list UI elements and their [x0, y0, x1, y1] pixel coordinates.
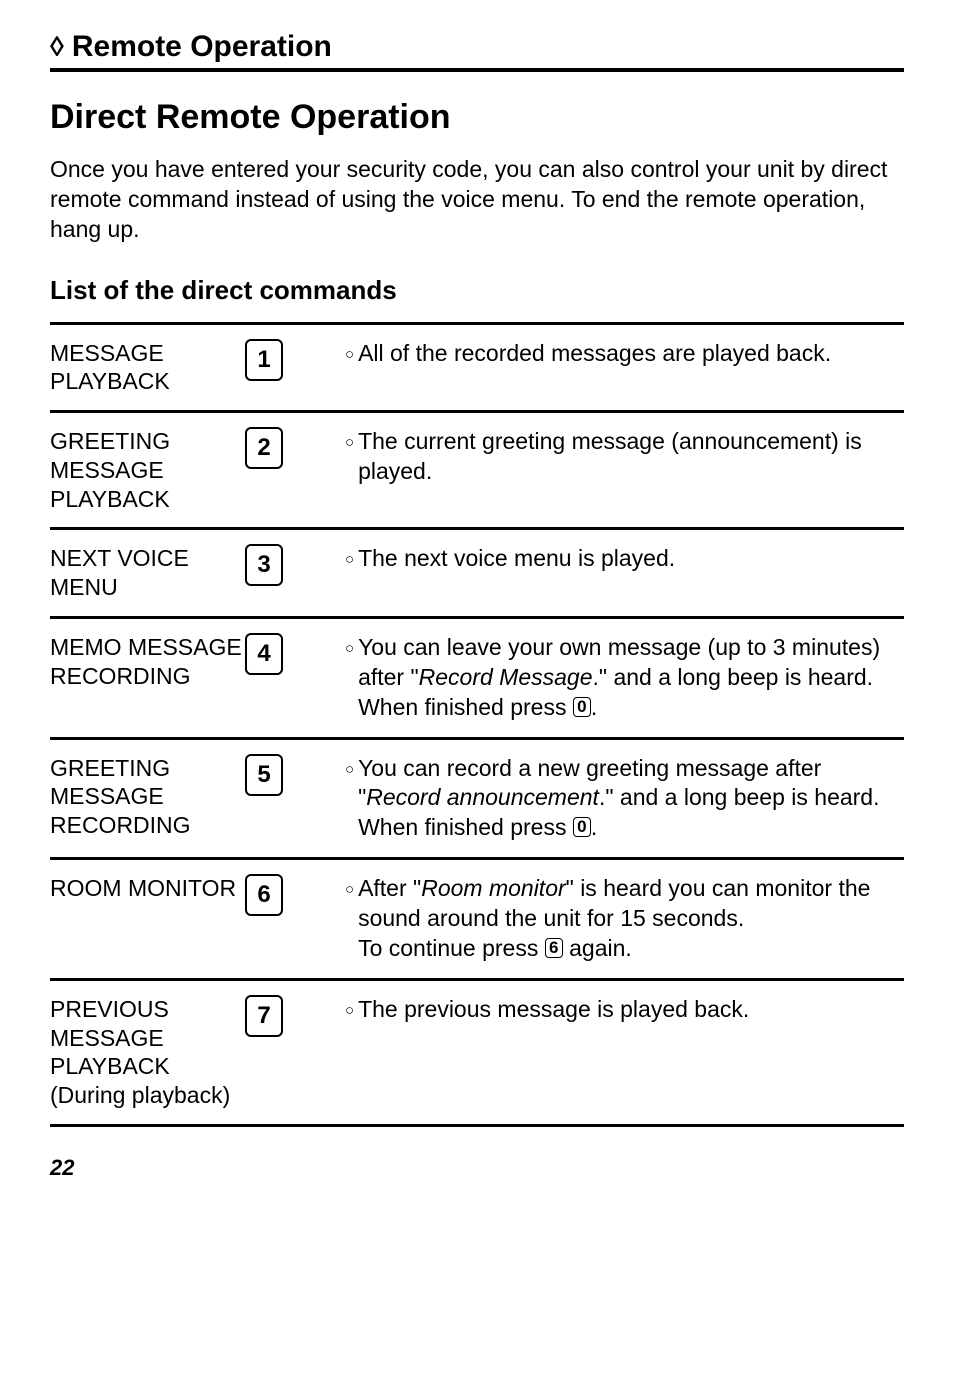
desc-text: The previous message is played back.: [358, 995, 904, 1025]
desc-text: All of the recorded messages are played …: [358, 339, 904, 369]
command-name: PREVIOUS MESSAGE PLAYBACK (During playba…: [50, 995, 245, 1110]
keycap-icon: 2: [245, 427, 283, 469]
command-name: MEMO MESSAGE RECORDING: [50, 633, 245, 691]
command-name: NEXT VOICE MENU: [50, 544, 245, 602]
keycap-icon: 7: [245, 995, 283, 1037]
table-row: NEXT VOICE MENU 3 ○ The next voice menu …: [50, 530, 904, 619]
command-description: ○ You can record a new greeting message …: [345, 754, 904, 844]
page-number: 22: [50, 1155, 904, 1181]
section-intro: Once you have entered your security code…: [50, 155, 904, 245]
table-row: MEMO MESSAGE RECORDING 4 ○ You can leave…: [50, 619, 904, 740]
circle-bullet-icon: ○: [345, 544, 354, 574]
keycap-icon: 5: [245, 754, 283, 796]
keycap-icon: 1: [245, 339, 283, 381]
command-key-cell: 4: [245, 633, 345, 675]
keycap-icon: 6: [245, 874, 283, 916]
command-key-cell: 6: [245, 874, 345, 916]
command-description: ○ The next voice menu is played.: [345, 544, 904, 574]
table-row: MESSAGE PLAYBACK 1 ○ All of the recorded…: [50, 325, 904, 414]
circle-bullet-icon: ○: [345, 995, 354, 1025]
command-description: ○ The previous message is played back.: [345, 995, 904, 1025]
command-name: GREETING MESSAGE PLAYBACK: [50, 427, 245, 513]
command-name: ROOM MONITOR: [50, 874, 245, 903]
chapter-header: ◊ Remote Operation: [50, 30, 904, 72]
diamond-icon: ◊: [50, 33, 64, 61]
desc-text: You can leave your own message (up to 3 …: [358, 633, 904, 723]
subsection-title: List of the direct commands: [50, 275, 904, 306]
command-key-cell: 5: [245, 754, 345, 796]
chapter-title-line: ◊ Remote Operation: [50, 30, 904, 64]
circle-bullet-icon: ○: [345, 754, 354, 844]
command-description: ○ You can leave your own message (up to …: [345, 633, 904, 723]
keycap-icon: 0: [573, 697, 591, 717]
command-name: GREETING MESSAGE RECORDING: [50, 754, 245, 840]
command-description: ○ All of the recorded messages are playe…: [345, 339, 904, 369]
circle-bullet-icon: ○: [345, 339, 354, 369]
command-key-cell: 3: [245, 544, 345, 586]
command-name: MESSAGE PLAYBACK: [50, 339, 245, 397]
table-row: GREETING MESSAGE PLAYBACK 2 ○ The curren…: [50, 413, 904, 530]
circle-bullet-icon: ○: [345, 874, 354, 964]
command-description: ○ The current greeting message (announce…: [345, 427, 904, 487]
desc-text: The current greeting message (announceme…: [358, 427, 904, 487]
keycap-icon: 3: [245, 544, 283, 586]
keycap-icon: 4: [245, 633, 283, 675]
table-row: ROOM MONITOR 6 ○ After "Room monitor" is…: [50, 860, 904, 981]
table-row: GREETING MESSAGE RECORDING 5 ○ You can r…: [50, 740, 904, 861]
desc-text: After "Room monitor" is heard you can mo…: [358, 874, 904, 964]
circle-bullet-icon: ○: [345, 633, 354, 723]
section-title: Direct Remote Operation: [50, 98, 904, 137]
desc-text: The next voice menu is played.: [358, 544, 904, 574]
circle-bullet-icon: ○: [345, 427, 354, 487]
command-key-cell: 7: [245, 995, 345, 1037]
table-row: PREVIOUS MESSAGE PLAYBACK (During playba…: [50, 981, 904, 1127]
command-description: ○ After "Room monitor" is heard you can …: [345, 874, 904, 964]
command-key-cell: 2: [245, 427, 345, 469]
desc-text: You can record a new greeting message af…: [358, 754, 904, 844]
keycap-icon: 0: [573, 817, 591, 837]
commands-table: MESSAGE PLAYBACK 1 ○ All of the recorded…: [50, 322, 904, 1127]
command-key-cell: 1: [245, 339, 345, 381]
chapter-title-text: Remote Operation: [72, 30, 332, 64]
keycap-icon: 6: [545, 938, 563, 958]
